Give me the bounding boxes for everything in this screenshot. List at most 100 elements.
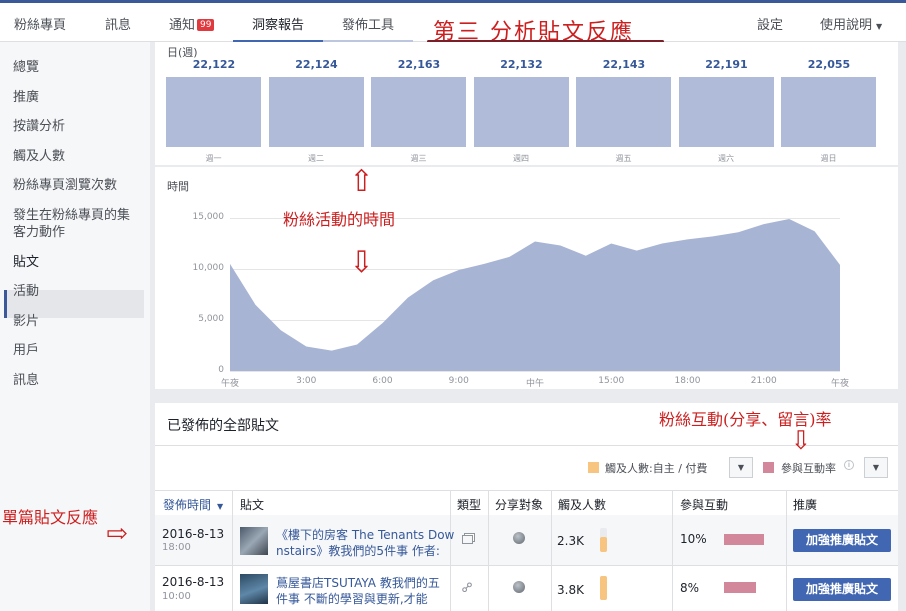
annotation-single-post: 單篇貼文反應	[2, 508, 99, 527]
boost-post-button[interactable]: 加強推廣貼文	[793, 529, 891, 552]
gridline	[230, 269, 840, 270]
post-text-line2[interactable]: nstairs》教我們的5件事 作者:	[276, 542, 440, 559]
day-label: 週六	[718, 154, 734, 163]
post-engagement-rate: 8%	[680, 581, 700, 595]
post-text-line2[interactable]: 件事 不斷的學習與更新,才能	[276, 590, 428, 607]
engagement-bar	[724, 582, 756, 593]
day-bar	[371, 77, 466, 147]
reach-bar-fill	[600, 537, 607, 552]
sidebar-item-actions-on-page[interactable]: 發生在粉絲專頁的集客力動作	[13, 207, 141, 241]
help-label: 使用說明	[820, 18, 873, 33]
notification-count-badge: 99	[197, 19, 215, 31]
sidebar-item-reach[interactable]: 觸及人數	[13, 148, 141, 165]
day-bar	[576, 77, 671, 147]
y-axis-tick-label: 10,000	[192, 263, 225, 273]
column-header-reach: 觸及人數	[558, 498, 607, 512]
tab-fans-page[interactable]: 粉絲專頁	[14, 14, 66, 33]
post-text-line1[interactable]: 《樓下的房客 The Tenants Dow	[276, 526, 454, 543]
reach-legend-swatch	[588, 462, 599, 473]
divider	[155, 445, 898, 446]
globe-icon	[513, 581, 525, 593]
day-value-label: 22,163	[397, 58, 441, 71]
day-label: 週一	[205, 154, 222, 163]
times-chart-title: 時間	[167, 180, 189, 193]
x-axis-tick-label: 午夜	[830, 379, 849, 389]
column-divider	[551, 490, 552, 611]
sidebar-item-posts[interactable]: 貼文	[13, 254, 141, 271]
posts-section-title: 已發佈的全部貼文	[167, 418, 279, 434]
sidebar-item-people[interactable]: 用戶	[13, 342, 141, 359]
column-divider	[232, 490, 233, 611]
post-time: 18:00	[162, 542, 191, 553]
help-menu[interactable]: 使用說明 ▼	[820, 14, 882, 33]
post-thumbnail[interactable]	[240, 574, 268, 604]
tab-notifications-label: 通知	[169, 18, 196, 33]
column-divider	[672, 490, 673, 611]
tab-insights[interactable]: 洞察報告	[252, 14, 304, 33]
day-bar	[473, 77, 569, 147]
reach-bar-fill	[600, 576, 607, 600]
x-axis-tick-label: 15:00	[598, 376, 625, 386]
sidebar-item-page-views[interactable]: 粉絲專頁瀏覽次數	[13, 177, 141, 194]
tab-notifications[interactable]: 通知 99	[169, 14, 215, 33]
post-reach: 2.3K	[557, 534, 584, 548]
column-divider	[786, 490, 787, 611]
x-axis-tick-label: 18:00	[674, 376, 701, 386]
y-axis-tick-label: 5,000	[198, 314, 224, 324]
gridline	[230, 320, 840, 321]
x-axis-tick-label: 6:00	[372, 376, 393, 386]
day-bar	[678, 77, 774, 147]
x-axis-tick-label: 午夜	[220, 379, 239, 389]
sort-desc-icon: ▼	[217, 502, 224, 511]
reach-metric-dropdown[interactable]: ▼	[729, 457, 753, 478]
engagement-legend-label: 參與互動率	[781, 462, 836, 475]
sidebar-item-overview[interactable]: 總覽	[13, 59, 141, 76]
day-bar	[268, 77, 364, 147]
x-axis-tick-label: 中午	[525, 379, 544, 389]
annotation-arrow-up-icon: ⇧	[349, 164, 375, 199]
column-header-engagement: 參與互動	[680, 498, 729, 512]
annotation-fan-activity-time: 粉絲活動的時間	[283, 210, 396, 229]
tab-messages[interactable]: 訊息	[105, 14, 131, 33]
column-header-published-label: 發佈時間	[163, 498, 212, 512]
sidebar-item-messages[interactable]: 訊息	[13, 372, 141, 389]
sidebar-item-likes[interactable]: 按讚分析	[13, 118, 141, 135]
x-axis-tick-label: 3:00	[296, 376, 317, 386]
day-label: 週日	[820, 154, 837, 163]
column-divider	[488, 490, 489, 611]
info-icon[interactable]: i	[844, 460, 854, 470]
engagement-legend-swatch	[763, 462, 774, 473]
post-text-line1[interactable]: 蔦屋書店TSUTAYA 教我們的五	[276, 574, 440, 591]
chevron-down-icon: ▼	[876, 22, 883, 31]
annotation-arrow-down-icon: ⇩	[349, 245, 375, 280]
times-panel	[155, 167, 898, 389]
album-type-icon	[462, 535, 473, 544]
sidebar-item-videos[interactable]: 影片	[13, 313, 141, 330]
boost-post-button[interactable]: 加強推廣貼文	[793, 578, 891, 601]
reach-legend-label: 觸及人數:自主 / 付費	[605, 462, 708, 475]
engagement-metric-dropdown[interactable]: ▼	[864, 457, 888, 478]
annotation-arrow-down-icon-2: ⇩	[790, 426, 812, 456]
x-axis-tick-label: 21:00	[750, 376, 777, 386]
column-header-published[interactable]: 發佈時間 ▼	[163, 496, 223, 513]
tab-settings[interactable]: 設定	[757, 14, 783, 33]
column-header-post: 貼文	[240, 498, 265, 512]
post-reach: 3.8K	[557, 583, 584, 597]
day-value-label: 22,055	[807, 58, 851, 71]
post-thumbnail[interactable]	[240, 527, 268, 555]
post-date: 2016-8-13	[162, 575, 225, 589]
tab-publishing-tools[interactable]: 發佈工具	[342, 14, 394, 33]
annotation-arrow-right-icon: ⇨	[106, 519, 128, 549]
day-label: 週三	[410, 154, 427, 163]
day-label: 週四	[513, 154, 529, 163]
engagement-bar	[724, 534, 764, 545]
day-value-label: 22,122	[192, 58, 236, 71]
column-header-type: 類型	[457, 498, 482, 512]
reach-bar-track	[600, 576, 607, 600]
day-label: 週二	[308, 154, 324, 163]
column-header-promote: 推廣	[793, 498, 818, 512]
sidebar-item-promotions[interactable]: 推廣	[13, 89, 141, 106]
y-axis-tick-label: 15,000	[192, 212, 225, 222]
sidebar-item-events[interactable]: 活動	[13, 283, 141, 300]
post-time: 10:00	[162, 591, 191, 602]
